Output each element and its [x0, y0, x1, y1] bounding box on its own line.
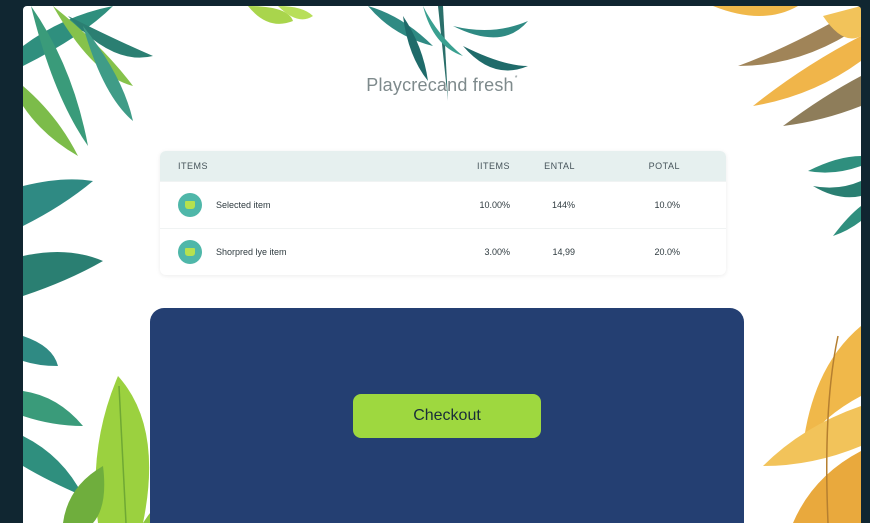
row-item-cell: Shorpred lye item: [160, 240, 430, 264]
item-name: Shorpred lye item: [216, 247, 287, 257]
table-row[interactable]: Shorpred lye item 3.00% 14,99 20.0%: [160, 228, 726, 275]
header-ental[interactable]: ENTAL: [510, 161, 575, 171]
leaf-cluster-left-icon: [23, 179, 103, 496]
app-page: Playcrecand fresh* ITEMS IITEMS ENTAL PO…: [23, 6, 861, 523]
item-name: Selected item: [216, 200, 271, 210]
item-col3: 144%: [551, 200, 575, 210]
brand-mark: *: [514, 75, 518, 82]
item-col3: 14,99: [552, 247, 575, 257]
table-row[interactable]: Selected item 10.00% 144% 10.0%: [160, 181, 726, 228]
item-basket-icon: [178, 193, 202, 217]
item-col2: 10.00%: [479, 200, 510, 210]
header-items[interactable]: ITEMS: [160, 161, 430, 171]
item-col4: 10.0%: [654, 200, 680, 210]
header-potal[interactable]: POTAL: [575, 161, 680, 171]
brand-title: Playcrecand fresh*: [23, 75, 861, 96]
item-col2: 3.00%: [484, 247, 510, 257]
item-basket-icon: [178, 240, 202, 264]
items-table: ITEMS IITEMS ENTAL POTAL Selected item 1…: [160, 151, 726, 275]
checkout-panel: Checkout: [150, 308, 744, 523]
table-header: ITEMS IITEMS ENTAL POTAL: [160, 151, 726, 181]
row-item-cell: Selected item: [160, 193, 430, 217]
header-iitems[interactable]: IITEMS: [430, 161, 510, 171]
item-col4: 20.0%: [654, 247, 680, 257]
brand-name: Playcrecand fresh: [366, 75, 514, 95]
leaf-cluster-bottom-right-icon: [763, 326, 861, 523]
checkout-button[interactable]: Checkout: [353, 394, 541, 438]
leaf-cluster-top-right-icon: [713, 6, 861, 236]
